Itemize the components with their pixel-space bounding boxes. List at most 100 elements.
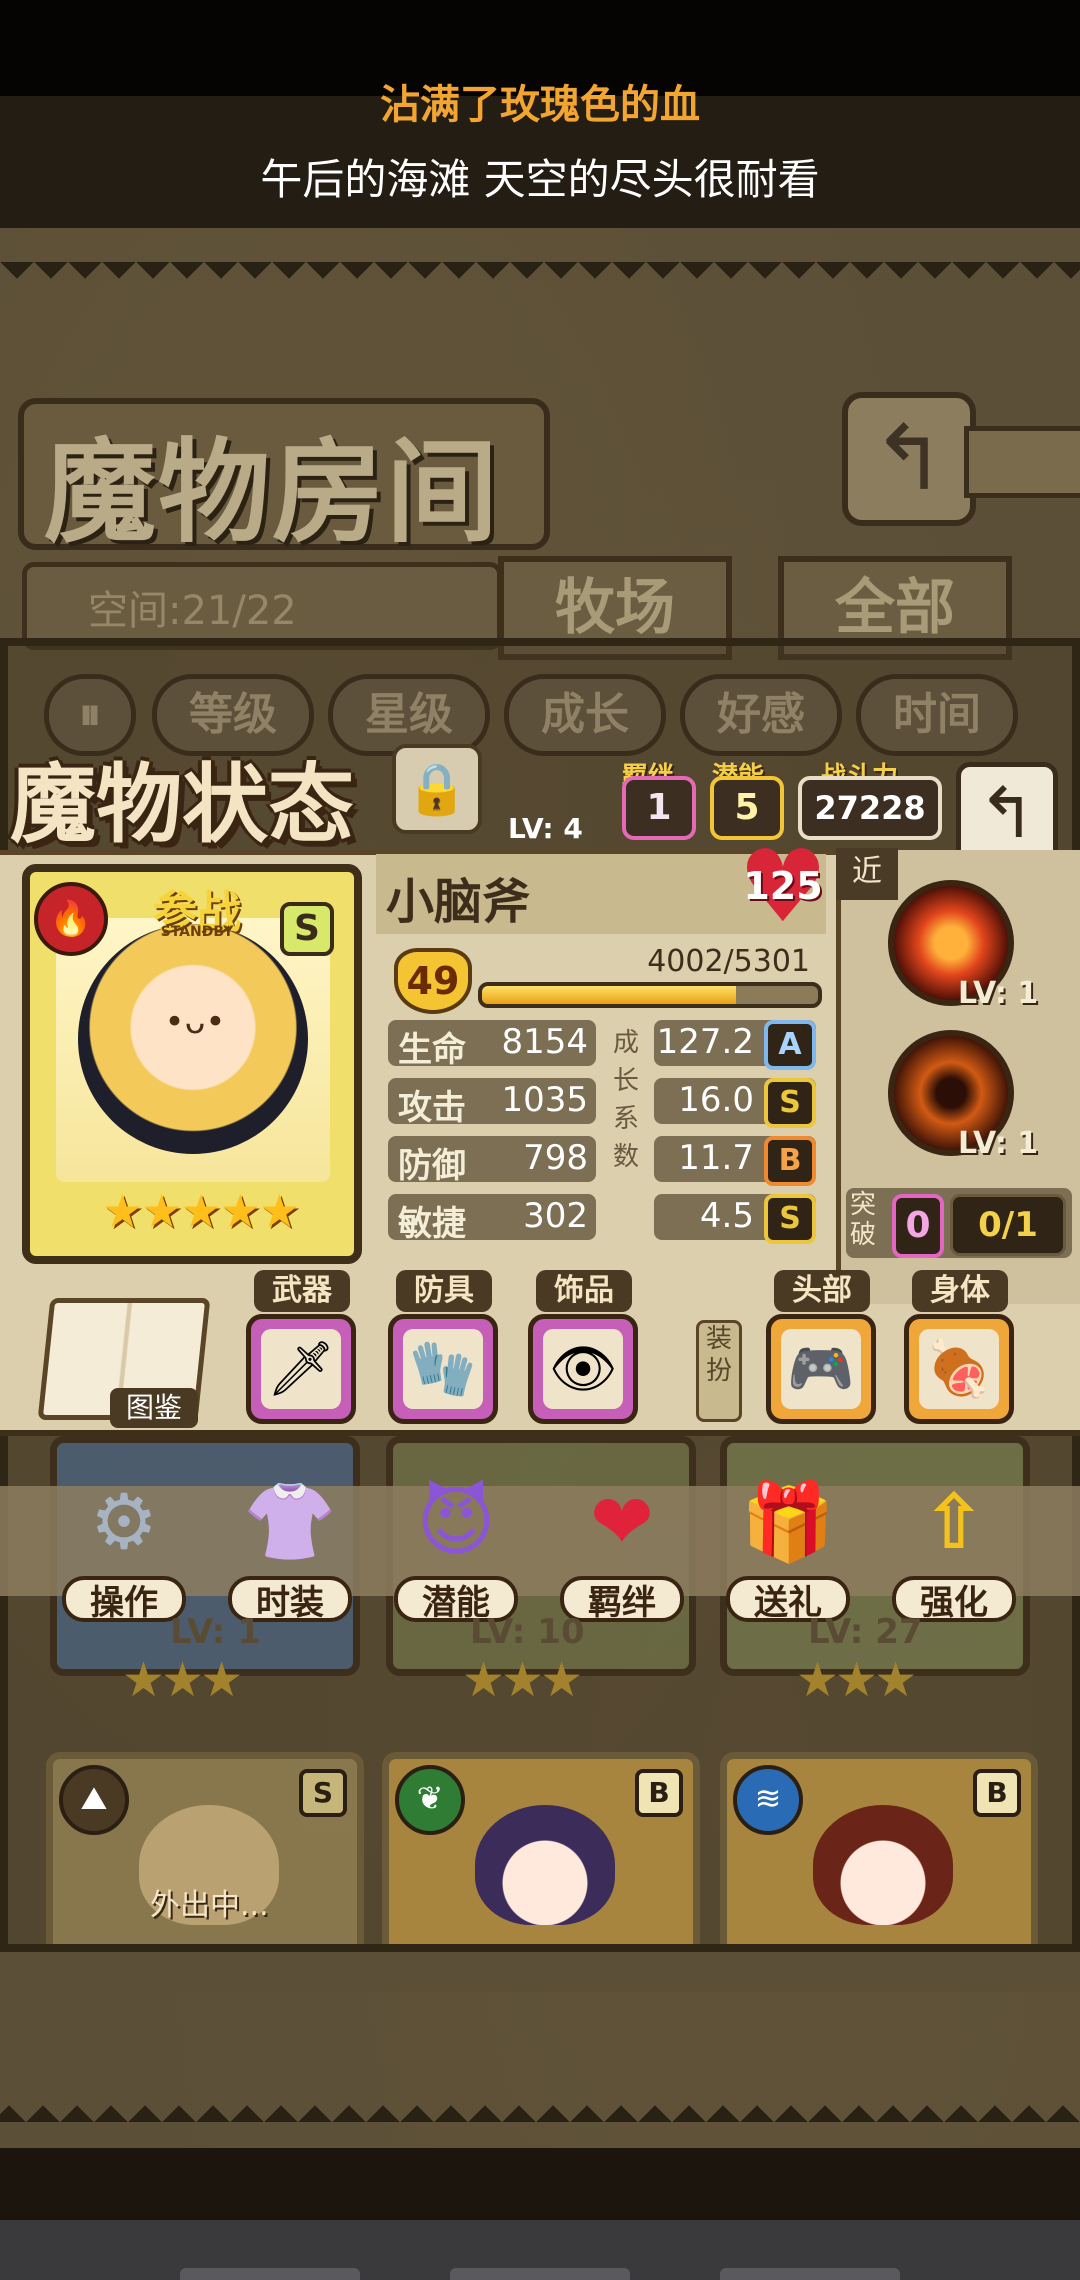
top-zigzag-border [0, 262, 1080, 296]
armor-slot[interactable]: 🧤 [388, 1314, 498, 1424]
monster-card[interactable]: •ᴗ• 参战 STANDBY 🔥 S ★★★★★ [22, 864, 362, 1264]
growth-grade: B [764, 1136, 816, 1186]
demon-icon: 😈 [416, 1477, 496, 1566]
card-stars: ★★★ [122, 1652, 243, 1708]
fire-element-icon: 🔥 [34, 882, 108, 956]
exp-bar [478, 982, 822, 1008]
bond-button[interactable]: ❤ 羁绊 [560, 1470, 684, 1623]
pause-icon: ⏸ [79, 689, 101, 740]
stat-label: 敏捷 [398, 1204, 466, 1244]
growth-value: 127.2 [656, 1022, 754, 1062]
equip-label-body: 身体 [912, 1270, 1008, 1312]
operate-button[interactable]: ⚙ 操作 [62, 1470, 186, 1623]
card-level: LV: 10 [470, 1612, 585, 1652]
sort-growth-button[interactable]: 成长 [504, 674, 666, 756]
stat-value: 302 [523, 1196, 588, 1236]
head-slot[interactable]: 🎮 [766, 1314, 876, 1424]
weapon-slot[interactable]: 🗡 [246, 1314, 356, 1424]
stat-label: 生命 [398, 1030, 466, 1070]
mountain-element-icon: ⛰ [59, 1765, 129, 1835]
stat-value: 1035 [501, 1080, 588, 1120]
accessory-slot[interactable]: 👁 [528, 1314, 638, 1424]
growth-grade: S [764, 1078, 816, 1128]
stat-value: 798 [523, 1138, 588, 1178]
eye-amulet-icon: 👁 [548, 1337, 618, 1400]
enhance-button[interactable]: ⇧ 强化 [892, 1470, 1016, 1623]
growth-grade: S [764, 1194, 816, 1244]
encyclopedia-button[interactable]: 图鉴 [110, 1388, 198, 1428]
stat-label: 防御 [398, 1146, 466, 1186]
stat-value: 8154 [501, 1022, 588, 1062]
peek-card-level: LV: 4 [508, 812, 583, 845]
lock-icon: 🔒 [405, 760, 469, 818]
breakthrough-count: 0 [892, 1194, 944, 1258]
sort-time-button[interactable]: 时间 [856, 674, 1018, 756]
breakthrough-label: 突破 [850, 1190, 877, 1250]
nav-back-button[interactable] [180, 2268, 360, 2280]
bond-value: 1 [622, 776, 696, 840]
monster-card[interactable]: ≋ B [720, 1752, 1038, 1944]
growth-value: 16.0 [678, 1080, 754, 1120]
bottom-dark-band [0, 2148, 1080, 2220]
equip-label-armor: 防具 [396, 1270, 492, 1312]
card-level: LV: 1 [170, 1612, 261, 1652]
card-stars: ★★★★★ [101, 1184, 300, 1238]
card-grade: S [299, 1769, 347, 1817]
room-back-button[interactable]: ↰ [842, 392, 976, 526]
lyric-line-1: 沾满了玫瑰色的血 [380, 82, 700, 128]
monster-card[interactable]: ❦ B [382, 1752, 700, 1944]
bottom-zigzag-border [0, 2088, 1080, 2122]
action-label: 操作 [62, 1576, 186, 1623]
sort-affection-button[interactable]: 好感 [680, 674, 842, 756]
monster-portrait [813, 1805, 953, 1925]
status-close-button[interactable]: ↰ [956, 762, 1058, 864]
water-element-icon: ≋ [733, 1765, 803, 1835]
portrait-face: •ᴗ• [164, 1002, 226, 1042]
list-bottom-border [0, 1944, 1080, 1992]
card-grade: B [973, 1769, 1021, 1817]
lyric-line-2: 午后的海滩 天空的尽头很耐看 [260, 155, 820, 204]
return-arrow-icon: ↰ [871, 406, 947, 511]
skill-level: LV: 1 [958, 976, 1039, 1011]
return-arrow-icon: ↰ [977, 772, 1037, 854]
level-badge: 49 [394, 948, 472, 1014]
space-counter: 空间:21/22 [88, 588, 297, 634]
room-title: 魔物房间 [44, 427, 500, 558]
outing-status: 外出中... [150, 1888, 269, 1923]
equip-label-accessory: 饰品 [536, 1270, 632, 1312]
potential-button[interactable]: 😈 潜能 [394, 1470, 518, 1623]
clothes-icon: 👚 [242, 1477, 338, 1566]
nav-recents-button[interactable] [720, 2268, 900, 2280]
equip-label-weapon: 武器 [254, 1270, 350, 1312]
body-slot[interactable]: 🍖 [904, 1314, 1014, 1424]
fashion-button[interactable]: 👚 时装 [228, 1470, 352, 1623]
growth-grade: A [764, 1020, 816, 1070]
breakthrough-progress: 0/1 [950, 1194, 1066, 1256]
skill-level: LV: 1 [958, 1126, 1039, 1161]
exp-text: 4002/5301 [647, 944, 810, 979]
dress-label: 装扮 [696, 1320, 742, 1422]
meat-icon: 🍖 [925, 1337, 993, 1400]
sword-icon: 🗡 [266, 1337, 336, 1400]
equip-label-head: 头部 [774, 1270, 870, 1312]
leaf-element-icon: ❦ [395, 1765, 465, 1835]
growth-value: 4.5 [699, 1196, 754, 1236]
card-stars: ★★★ [796, 1652, 917, 1708]
room-back-strip [964, 426, 1080, 498]
standby-sub: STANDBY [160, 924, 234, 940]
arrow-up-icon: ⇧ [922, 1477, 986, 1566]
card-grade: B [635, 1769, 683, 1817]
gauntlet-icon: 🧤 [409, 1337, 477, 1400]
growth-value: 11.7 [678, 1138, 754, 1178]
range-tag: 近 [836, 848, 898, 900]
card-grade: S [280, 902, 334, 956]
gift-button[interactable]: 🎁 送礼 [726, 1470, 850, 1623]
monster-name: 小脑斧 [386, 874, 531, 930]
status-title: 魔物状态 [10, 754, 354, 855]
growth-coefficient-label: 成长系数 [612, 1028, 639, 1172]
lock-button[interactable]: 🔒 [392, 744, 482, 834]
stat-label: 攻击 [398, 1088, 466, 1128]
card-level: LV: 27 [808, 1612, 923, 1652]
gift-icon: 🎁 [740, 1477, 836, 1566]
nav-home-button[interactable] [450, 2268, 630, 2280]
